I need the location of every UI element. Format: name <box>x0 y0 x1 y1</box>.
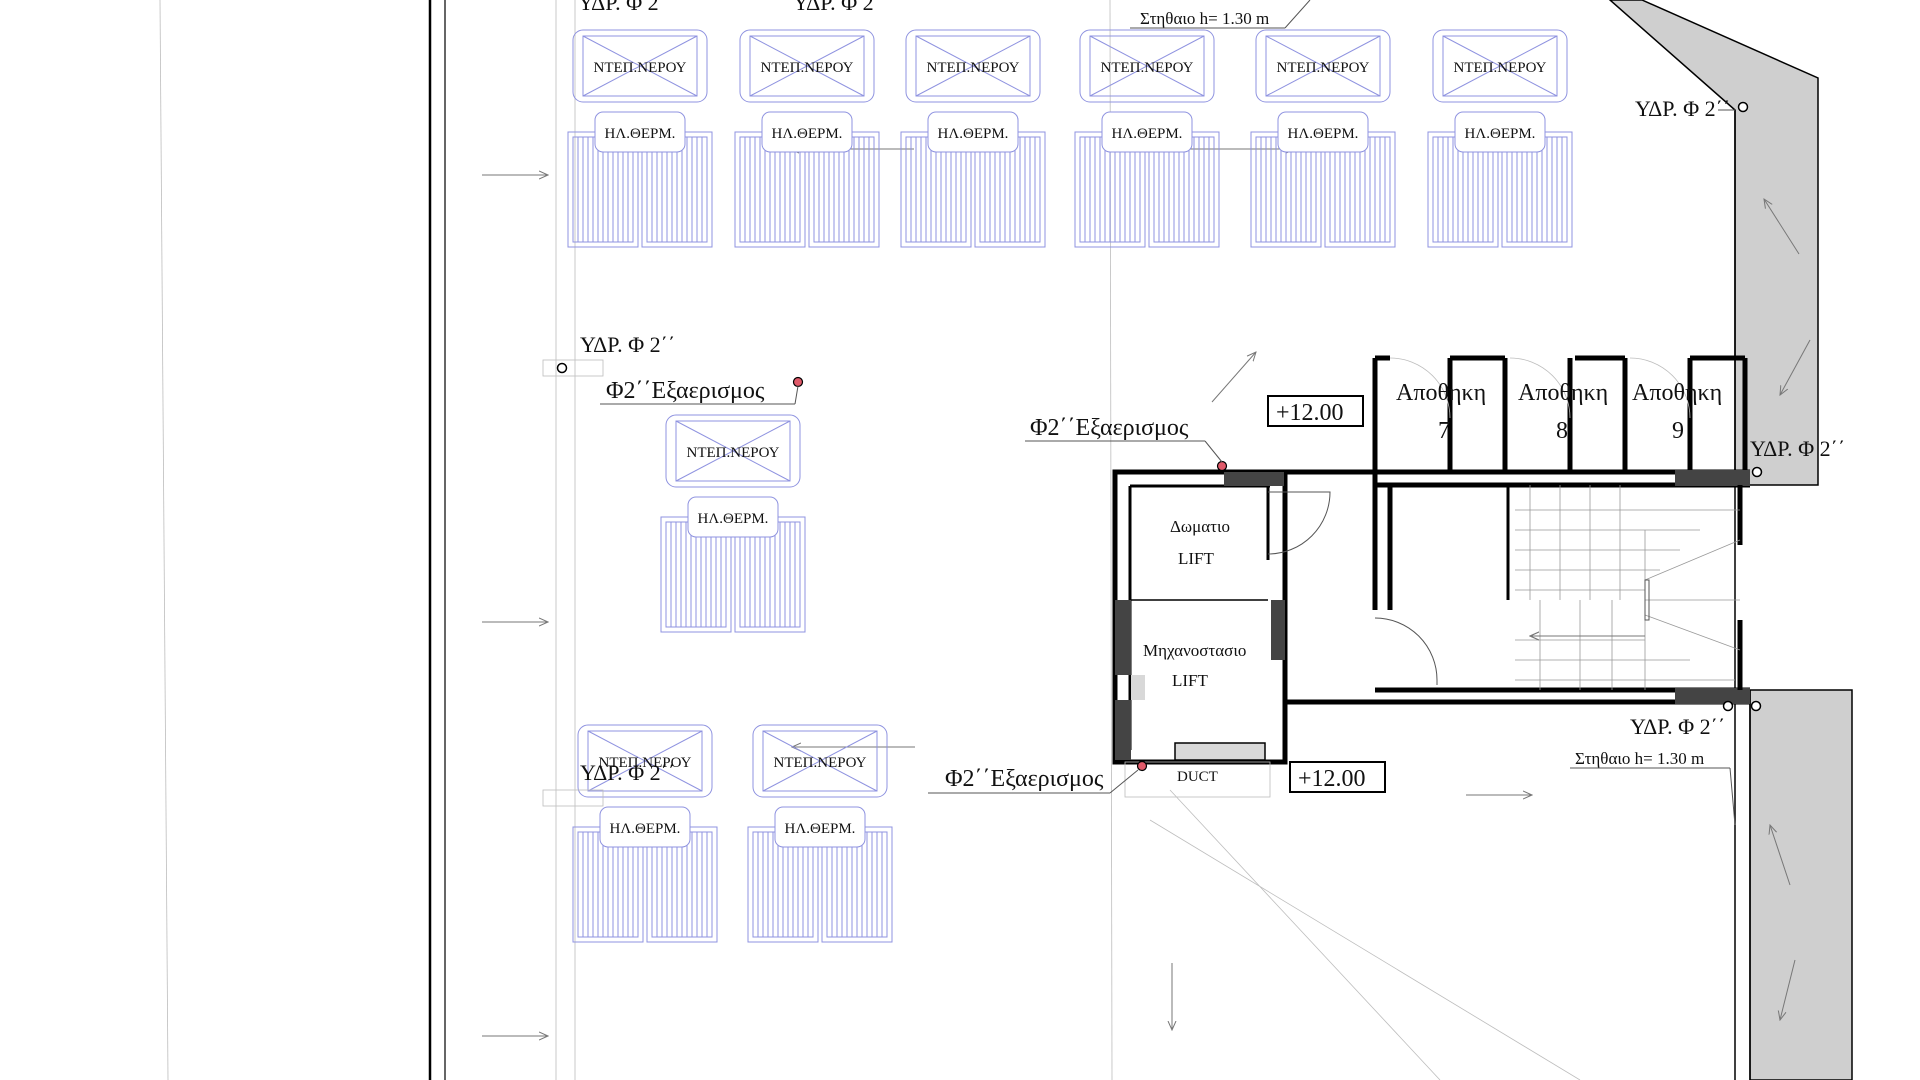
parapet-label-top: Στηθαιο h= 1.30 m <box>1140 9 1269 28</box>
solar-heater-unit: ΝΤΕΠ.ΝΕΡΟΥ ΗΛ.ΘΕΡΜ. <box>1250 29 1396 248</box>
level-label-2: +12.00 <box>1298 766 1366 792</box>
water-tank-label: ΝΤΕΠ.ΝΕΡΟΥ <box>1101 60 1194 76</box>
level-label-1: +12.00 <box>1276 400 1344 426</box>
hydro-label-right-mid: ΥΔΡ. Φ 2΄΄ <box>1750 436 1845 461</box>
hydro-label-left-bottom: ΥΔΡ. Φ 2΄΄ <box>580 760 675 785</box>
storage-label-7: Αποθηκη <box>1396 380 1486 406</box>
water-tank-label: ΝΤΕΠ.ΝΕΡΟΥ <box>687 445 780 461</box>
solar-heater-unit: ΝΤΕΠ.ΝΕΡΟΥ ΗΛ.ΘΕΡΜ. <box>567 29 713 248</box>
hydro-label-right-top: ΥΔΡ. Φ 2΄΄ <box>1635 96 1730 121</box>
hydro-label-top-1: ΥΔΡ. Φ 2΄΄ <box>578 0 673 15</box>
storage-number-9: 9 <box>1672 418 1684 444</box>
parapet-label-bottom: Στηθαιο h= 1.30 m <box>1575 749 1704 768</box>
electric-heater-label: ΗΛ.ΘΕΡΜ. <box>1112 126 1183 142</box>
storage-number-7: 7 <box>1438 418 1450 444</box>
storage-label-8: Αποθηκη <box>1518 380 1608 406</box>
solar-heater-unit: ΝΤΕΠ.ΝΕΡΟΥ ΗΛ.ΘΕΡΜ. <box>734 29 880 248</box>
lift-room-label: Δωματιο <box>1170 517 1230 536</box>
solar-heater-unit: ΝΤΕΠ.ΝΕΡΟΥ ΗΛ.ΘΕΡΜ. <box>1074 29 1220 248</box>
water-tank-label: ΝΤΕΠ.ΝΕΡΟΥ <box>761 60 854 76</box>
hydro-label-left-mid: ΥΔΡ. Φ 2΄΄ <box>580 332 675 357</box>
electric-heater-label: ΗΛ.ΘΕΡΜ. <box>785 821 856 837</box>
solar-heater-unit: ΝΤΕΠ.ΝΕΡΟΥΗΛ.ΘΕΡΜ. <box>572 724 718 943</box>
solar-heater-unit: ΝΤΕΠ.ΝΕΡΟΥ ΗΛ.ΘΕΡΜ. <box>900 29 1046 248</box>
machine-room-label: Μηχανοστασιο <box>1143 641 1246 660</box>
electric-heater-label: ΗΛ.ΘΕΡΜ. <box>698 511 769 527</box>
solar-heater-unit: ΝΤΕΠ.ΝΕΡΟΥ ΗΛ.ΘΕΡΜ. <box>660 414 806 633</box>
hydro-label-top-2: ΥΔΡ. Φ 2΄΄ <box>793 0 888 15</box>
electric-heater-label: ΗΛ.ΘΕΡΜ. <box>1288 126 1359 142</box>
duct-label: DUCT <box>1177 769 1218 785</box>
vent-label-1: Φ2΄΄Εξαερισμος <box>606 378 765 404</box>
vent-label-3: Φ2΄΄Εξαερισμος <box>945 766 1104 792</box>
lift-room-label-2: LIFT <box>1178 549 1215 568</box>
parapet-right <box>1608 0 1853 1080</box>
water-tank-label: ΝΤΕΠ.ΝΕΡΟΥ <box>927 60 1020 76</box>
machine-room-label-2: LIFT <box>1172 671 1209 690</box>
building-outline <box>159 0 1581 1080</box>
electric-heater-label: ΗΛ.ΘΕΡΜ. <box>1465 126 1536 142</box>
storage-number-8: 8 <box>1556 418 1568 444</box>
roof-floor-plan: ΝΤΕΠ.ΝΕΡΟΥ ΗΛ.ΘΕΡΜ. ΝΤΕΠ.ΝΕΡΟΥ ΗΛ.ΘΕΡΜ. ΝΤΕΠ… <box>159 0 1853 1080</box>
electric-heater-label: ΗΛ.ΘΕΡΜ. <box>938 126 1009 142</box>
electric-heater-label: ΗΛ.ΘΕΡΜ. <box>610 821 681 837</box>
water-tank-label: ΝΤΕΠ.ΝΕΡΟΥ <box>1277 60 1370 76</box>
solar-heater-unit: ΝΤΕΠ.ΝΕΡΟΥ ΗΛ.ΘΕΡΜ. <box>747 724 893 943</box>
water-tank-label: ΝΤΕΠ.ΝΕΡΟΥ <box>1454 60 1547 76</box>
hydro-label-right-bottom: ΥΔΡ. Φ 2΄΄ <box>1630 714 1725 739</box>
vent-label-2: Φ2΄΄Εξαερισμος <box>1030 415 1189 441</box>
water-tank-label: ΝΤΕΠ.ΝΕΡΟΥ <box>774 755 867 771</box>
electric-heater-label: ΗΛ.ΘΕΡΜ. <box>772 126 843 142</box>
water-tank-label: ΝΤΕΠ.ΝΕΡΟΥ <box>594 60 687 76</box>
electric-heater-label: ΗΛ.ΘΕΡΜ. <box>605 126 676 142</box>
storage-label-9: Αποθηκη <box>1632 380 1722 406</box>
solar-heater-unit: ΝΤΕΠ.ΝΕΡΟΥ ΗΛ.ΘΕΡΜ. <box>1427 29 1573 248</box>
